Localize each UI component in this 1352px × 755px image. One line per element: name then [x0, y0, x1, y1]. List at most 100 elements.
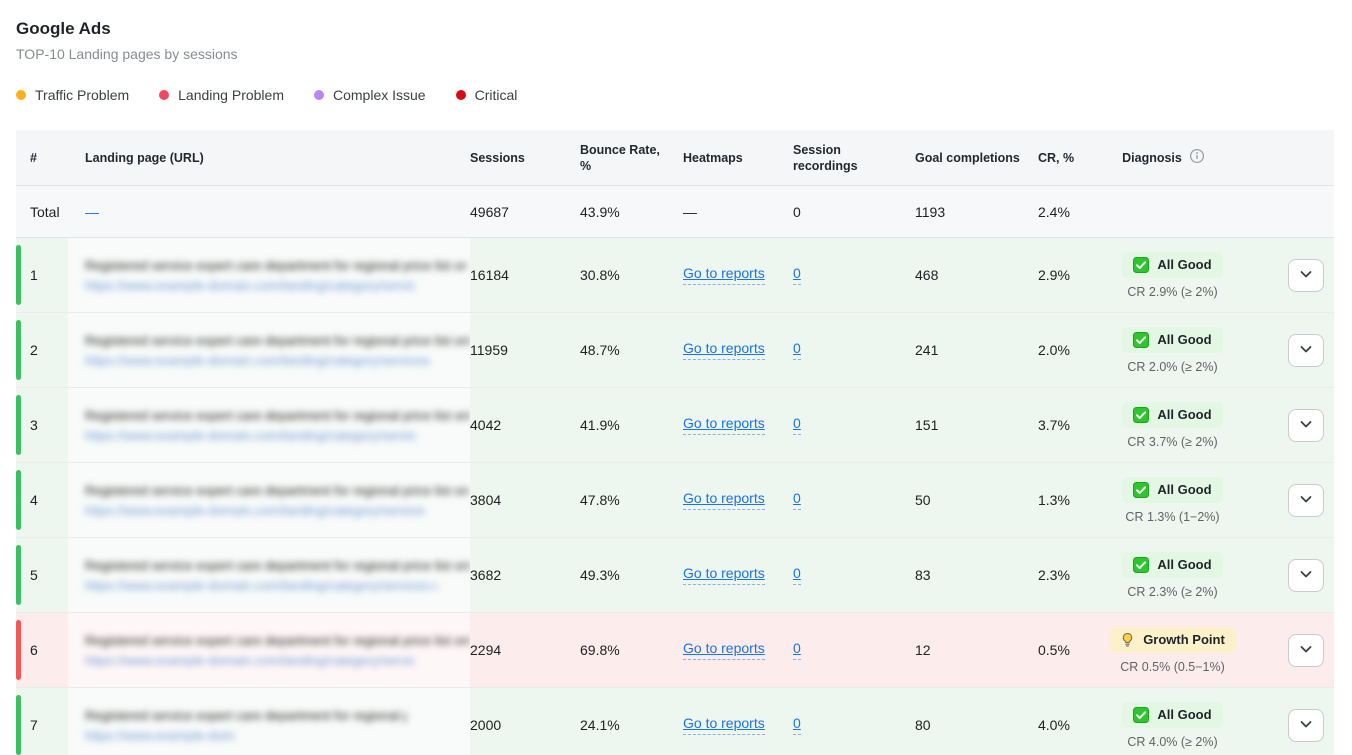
- critical-dot-icon: [455, 90, 466, 100]
- info-icon[interactable]: [1189, 148, 1205, 168]
- heatmaps-report-link[interactable]: Go to reports: [683, 640, 765, 660]
- page-title: Google Ads: [16, 19, 111, 38]
- col-header-heatmaps: Heatmaps: [683, 150, 743, 165]
- table-row: 4 Registered service expert care departm…: [16, 463, 1334, 538]
- session-recordings-link[interactable]: 0: [793, 640, 801, 660]
- cr-value: 2.0%: [1038, 342, 1070, 358]
- diagnosis-detail: CR 2.0% (≥ 2%): [1127, 359, 1218, 374]
- chevron-down-icon: [1298, 641, 1314, 660]
- sessions-value: 4042: [470, 417, 502, 433]
- row-rank: 3: [30, 417, 38, 433]
- col-header-diagnosis: Diagnosis: [1105, 148, 1240, 168]
- expand-row-button[interactable]: [1288, 633, 1324, 667]
- diagnosis-badge: All Good: [1122, 251, 1223, 278]
- total-session-recordings: 0: [793, 203, 801, 220]
- blurred-page-url[interactable]: https://www.example-domain.com/landing/c…: [85, 428, 417, 443]
- bounce-rate-value: 30.8%: [580, 267, 620, 283]
- goal-completions-value: 241: [915, 342, 939, 358]
- total-sessions: 49687: [470, 203, 509, 220]
- expand-row-button[interactable]: [1288, 483, 1324, 517]
- heatmaps-report-link[interactable]: Go to reports: [683, 340, 765, 360]
- total-goal-completions: 1193: [915, 203, 946, 220]
- total-heatmaps: —: [683, 203, 697, 220]
- col-header-goal-completions: Goal completions: [915, 150, 1020, 165]
- diagnosis-detail: CR 2.3% (≥ 2%): [1127, 584, 1218, 599]
- landing-page-cell: Registered service expert care departmen…: [68, 538, 470, 612]
- sessions-value: 3804: [470, 492, 502, 508]
- status-legend: Traffic Problem Landing Problem Complex …: [16, 87, 1336, 103]
- session-recordings-link[interactable]: 0: [793, 265, 801, 285]
- table-row: 2 Registered service expert care departm…: [16, 313, 1334, 388]
- cr-value: 4.0%: [1038, 717, 1070, 733]
- checkbox-check-icon: [1133, 406, 1150, 423]
- sessions-value: 16184: [470, 267, 509, 283]
- blurred-page-url[interactable]: https://www.example-domain.com/landing/c…: [85, 578, 437, 593]
- bounce-rate-value: 41.9%: [580, 417, 620, 433]
- session-recordings-link[interactable]: 0: [793, 415, 801, 435]
- diagnosis-badge: Growth Point: [1109, 626, 1236, 653]
- bounce-rate-value: 48.7%: [580, 342, 620, 358]
- col-header-landing-page: Landing page (URL): [85, 150, 204, 165]
- table-row: 6 Registered service expert care departm…: [16, 613, 1334, 688]
- legend-item-landing-problem: Landing Problem: [159, 87, 284, 103]
- row-rank: 7: [30, 717, 38, 733]
- heatmaps-report-link[interactable]: Go to reports: [683, 265, 765, 285]
- blurred-page-title: Registered service expert care departmen…: [85, 707, 407, 723]
- goal-completions-value: 83: [915, 567, 931, 583]
- session-recordings-link[interactable]: 0: [793, 715, 801, 735]
- blurred-page-title: Registered service expert care departmen…: [85, 407, 470, 423]
- bounce-rate-value: 49.3%: [580, 567, 620, 583]
- legend-label: Traffic Problem: [35, 87, 130, 103]
- expand-row-button[interactable]: [1288, 708, 1324, 742]
- table-row: 5 Registered service expert care departm…: [16, 538, 1334, 613]
- expand-row-button[interactable]: [1288, 408, 1324, 442]
- legend-label: Critical: [474, 87, 518, 103]
- cr-value: 2.9%: [1038, 267, 1070, 283]
- diagnosis-cell: All Good CR 1.3% (1−2%): [1105, 476, 1240, 524]
- bounce-rate-value: 47.8%: [580, 492, 620, 508]
- diagnosis-badge: All Good: [1122, 701, 1223, 728]
- status-bar-good: [16, 395, 21, 455]
- legend-item-traffic-problem: Traffic Problem: [16, 87, 129, 103]
- goal-completions-value: 468: [915, 267, 939, 283]
- diagnosis-badge: All Good: [1122, 476, 1223, 503]
- heatmaps-report-link[interactable]: Go to reports: [683, 715, 765, 735]
- session-recordings-link[interactable]: 0: [793, 490, 801, 510]
- row-rank: 4: [30, 492, 38, 508]
- blurred-page-url[interactable]: https://www.example-domain.com/landing/c…: [85, 503, 425, 518]
- goal-completions-value: 80: [915, 717, 931, 733]
- chevron-down-icon: [1298, 416, 1314, 435]
- expand-row-button[interactable]: [1288, 333, 1324, 367]
- landing-page-cell: Registered service expert care departmen…: [68, 313, 470, 387]
- expand-row-button[interactable]: [1288, 558, 1324, 592]
- heatmaps-report-link[interactable]: Go to reports: [683, 490, 765, 510]
- landing-page-cell: Registered service expert care departmen…: [68, 688, 470, 755]
- blurred-page-url[interactable]: https://www.example-domain.com/landing/c…: [85, 728, 235, 743]
- report-panel: Google Ads TOP-10 Landing pages by sessi…: [0, 0, 1352, 755]
- goal-completions-value: 151: [915, 417, 939, 433]
- row-rank: 1: [30, 267, 38, 283]
- landing-page-cell: Registered service expert care departmen…: [68, 613, 470, 687]
- diagnosis-cell: Growth Point CR 0.5% (0.5−1%): [1105, 626, 1240, 674]
- diagnosis-badge: All Good: [1122, 551, 1223, 578]
- diagnosis-badge-label: All Good: [1157, 257, 1212, 272]
- total-label: Total: [30, 203, 60, 220]
- session-recordings-link[interactable]: 0: [793, 340, 801, 360]
- blurred-page-url[interactable]: https://www.example-domain.com/landing/c…: [85, 353, 431, 368]
- blurred-page-url[interactable]: https://www.example-domain.com/landing/c…: [85, 278, 415, 293]
- status-bar-good: [16, 695, 21, 755]
- diagnosis-detail: CR 2.9% (≥ 2%): [1127, 284, 1218, 299]
- heatmaps-report-link[interactable]: Go to reports: [683, 415, 765, 435]
- checkbox-check-icon: [1133, 481, 1150, 498]
- diagnosis-detail: CR 4.0% (≥ 2%): [1127, 734, 1218, 749]
- session-recordings-link[interactable]: 0: [793, 565, 801, 585]
- diagnosis-badge: All Good: [1122, 326, 1223, 353]
- sessions-value: 2000: [470, 717, 502, 733]
- total-cr: 2.4%: [1038, 203, 1070, 220]
- cr-value: 2.3%: [1038, 567, 1070, 583]
- heatmaps-report-link[interactable]: Go to reports: [683, 565, 765, 585]
- status-bar-good: [16, 545, 21, 605]
- expand-row-button[interactable]: [1288, 258, 1324, 292]
- col-header-rank: #: [30, 150, 37, 165]
- blurred-page-url[interactable]: https://www.example-domain.com/landing/c…: [85, 653, 415, 668]
